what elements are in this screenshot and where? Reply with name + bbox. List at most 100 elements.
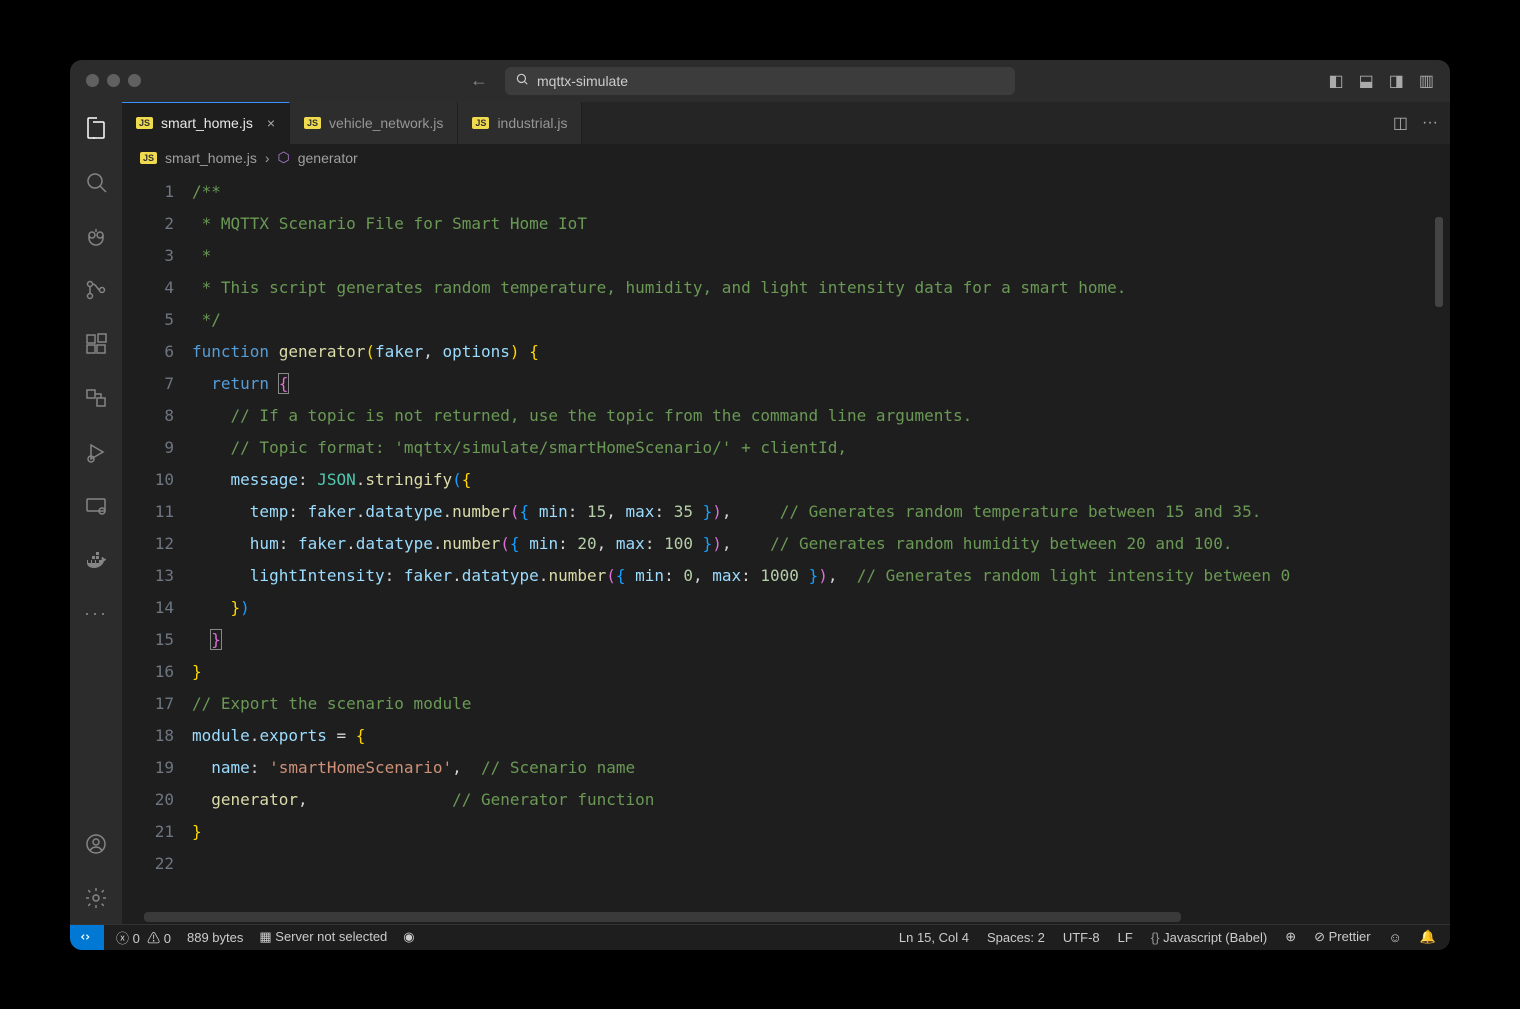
code-line[interactable]: hum: faker.datatype.number({ min: 20, ma… <box>192 528 1450 560</box>
code-line[interactable]: temp: faker.datatype.number({ min: 15, m… <box>192 496 1450 528</box>
code-line[interactable]: lightIntensity: faker.datatype.number({ … <box>192 560 1450 592</box>
line-number: 3 <box>122 240 174 272</box>
remote-explorer-icon[interactable] <box>82 384 110 412</box>
code-line[interactable]: generator, // Generator function <box>192 784 1450 816</box>
line-number: 15 <box>122 624 174 656</box>
customize-layout-icon[interactable]: ▥ <box>1419 71 1434 91</box>
tab-bar: JSsmart_home.js×JSvehicle_network.jsJSin… <box>122 102 1450 144</box>
more-actions-icon[interactable]: ··· <box>1422 114 1438 132</box>
code-line[interactable]: // Topic format: 'mqttx/simulate/smartHo… <box>192 432 1450 464</box>
overflow-icon[interactable]: ··· <box>82 600 110 628</box>
command-center[interactable]: mqttx-simulate <box>505 67 1015 95</box>
toggle-panel-icon[interactable]: ⬓ <box>1359 71 1374 91</box>
indentation-status[interactable]: Spaces: 2 <box>987 930 1045 945</box>
line-number: 13 <box>122 560 174 592</box>
run-debug-icon[interactable] <box>82 438 110 466</box>
line-number: 21 <box>122 816 174 848</box>
code-line[interactable]: * <box>192 240 1450 272</box>
js-file-icon: JS <box>140 152 157 164</box>
line-number: 4 <box>122 272 174 304</box>
code-line[interactable] <box>192 848 1450 880</box>
source-control-icon[interactable] <box>82 276 110 304</box>
line-number: 17 <box>122 688 174 720</box>
close-window-icon[interactable] <box>86 74 99 87</box>
line-number: 1 <box>122 176 174 208</box>
accounts-icon[interactable] <box>82 830 110 858</box>
code-line[interactable]: } <box>192 656 1450 688</box>
server-status[interactable]: ▦ Server not selected <box>259 929 387 945</box>
code-line[interactable]: message: JSON.stringify({ <box>192 464 1450 496</box>
line-number: 16 <box>122 656 174 688</box>
tab-smart_home-js[interactable]: JSsmart_home.js× <box>122 102 290 144</box>
line-number: 9 <box>122 432 174 464</box>
live-share-icon[interactable]: ◉ <box>403 929 414 945</box>
split-editor-icon[interactable]: ◫ <box>1393 113 1408 133</box>
line-number: 8 <box>122 400 174 432</box>
remote-window-icon[interactable] <box>82 492 110 520</box>
copilot-status-icon[interactable]: ⊕ <box>1285 929 1296 945</box>
error-icon: ⓧ <box>116 931 129 946</box>
titlebar: ← → mqttx-simulate ◧ ⬓ ◨ ▥ <box>70 60 1450 102</box>
server-icon: ▦ <box>259 929 271 944</box>
formatter-status[interactable]: ⊘ Prettier <box>1314 929 1370 945</box>
zoom-window-icon[interactable] <box>128 74 141 87</box>
file-size-status[interactable]: 889 bytes <box>187 930 243 945</box>
encoding-status[interactable]: UTF-8 <box>1063 930 1100 945</box>
eol-status[interactable]: LF <box>1118 930 1133 945</box>
tab-label: industrial.js <box>497 115 567 131</box>
tab-vehicle_network-js[interactable]: JSvehicle_network.js <box>290 102 458 144</box>
extensions-icon[interactable] <box>82 330 110 358</box>
language-mode-status[interactable]: {} Javascript (Babel) <box>1151 930 1267 945</box>
breadcrumb[interactable]: JS smart_home.js › ⬡ generator <box>122 144 1450 172</box>
line-number: 20 <box>122 784 174 816</box>
toggle-secondary-sidebar-icon[interactable]: ◨ <box>1389 71 1404 91</box>
feedback-icon[interactable]: ☺ <box>1389 930 1402 945</box>
line-number: 12 <box>122 528 174 560</box>
cursor-position-status[interactable]: Ln 15, Col 4 <box>899 930 969 945</box>
tab-label: smart_home.js <box>161 115 253 131</box>
vscode-window: ← → mqttx-simulate ◧ ⬓ ◨ ▥ ··· <box>70 60 1450 950</box>
command-center-text: mqttx-simulate <box>537 73 628 89</box>
code-line[interactable]: return { <box>192 368 1450 400</box>
problems-status[interactable]: ⓧ 0 ⚠ 0 <box>116 928 171 947</box>
docker-icon[interactable] <box>82 546 110 574</box>
code-line[interactable]: // If a topic is not returned, use the t… <box>192 400 1450 432</box>
code-line[interactable]: } <box>192 816 1450 848</box>
code-line[interactable]: * MQTTX Scenario File for Smart Home IoT <box>192 208 1450 240</box>
close-tab-icon[interactable]: × <box>267 115 275 131</box>
copilot-icon[interactable] <box>82 222 110 250</box>
minimap[interactable] <box>1432 172 1446 372</box>
code-line[interactable]: */ <box>192 304 1450 336</box>
line-number: 5 <box>122 304 174 336</box>
traffic-lights <box>86 74 141 87</box>
explorer-icon[interactable] <box>82 114 110 142</box>
status-bar: ⓧ 0 ⚠ 0 889 bytes ▦ Server not selected … <box>70 924 1450 950</box>
nav-back-icon[interactable]: ← <box>470 70 488 91</box>
tab-label: vehicle_network.js <box>329 115 443 131</box>
notifications-icon[interactable]: 🔔 <box>1420 929 1436 945</box>
horizontal-scrollbar[interactable] <box>144 912 1440 922</box>
breadcrumb-file: smart_home.js <box>165 150 257 166</box>
code-line[interactable]: module.exports = { <box>192 720 1450 752</box>
settings-gear-icon[interactable] <box>82 884 110 912</box>
line-number: 7 <box>122 368 174 400</box>
search-activity-icon[interactable] <box>82 168 110 196</box>
code-line[interactable]: } <box>192 624 1450 656</box>
toggle-primary-sidebar-icon[interactable]: ◧ <box>1329 71 1344 91</box>
code-editor[interactable]: 12345678910111213141516171819202122 /** … <box>122 172 1450 924</box>
tab-industrial-js[interactable]: JSindustrial.js <box>458 102 582 144</box>
code-line[interactable]: /** <box>192 176 1450 208</box>
search-icon <box>515 72 529 89</box>
editor-group: JS smart_home.js × JSvehicle_network.jsJSin… <box>122 102 1450 924</box>
remote-indicator[interactable] <box>70 925 104 950</box>
code-line[interactable]: * This script generates random temperatu… <box>192 272 1450 304</box>
line-number-gutter: 12345678910111213141516171819202122 <box>122 172 192 924</box>
code-line[interactable]: }) <box>192 592 1450 624</box>
code-line[interactable]: name: 'smartHomeScenario', // Scenario n… <box>192 752 1450 784</box>
code-content[interactable]: /** * MQTTX Scenario File for Smart Home… <box>192 172 1450 924</box>
code-line[interactable]: function generator(faker, options) { <box>192 336 1450 368</box>
code-line[interactable]: // Export the scenario module <box>192 688 1450 720</box>
line-number: 14 <box>122 592 174 624</box>
line-number: 10 <box>122 464 174 496</box>
minimize-window-icon[interactable] <box>107 74 120 87</box>
